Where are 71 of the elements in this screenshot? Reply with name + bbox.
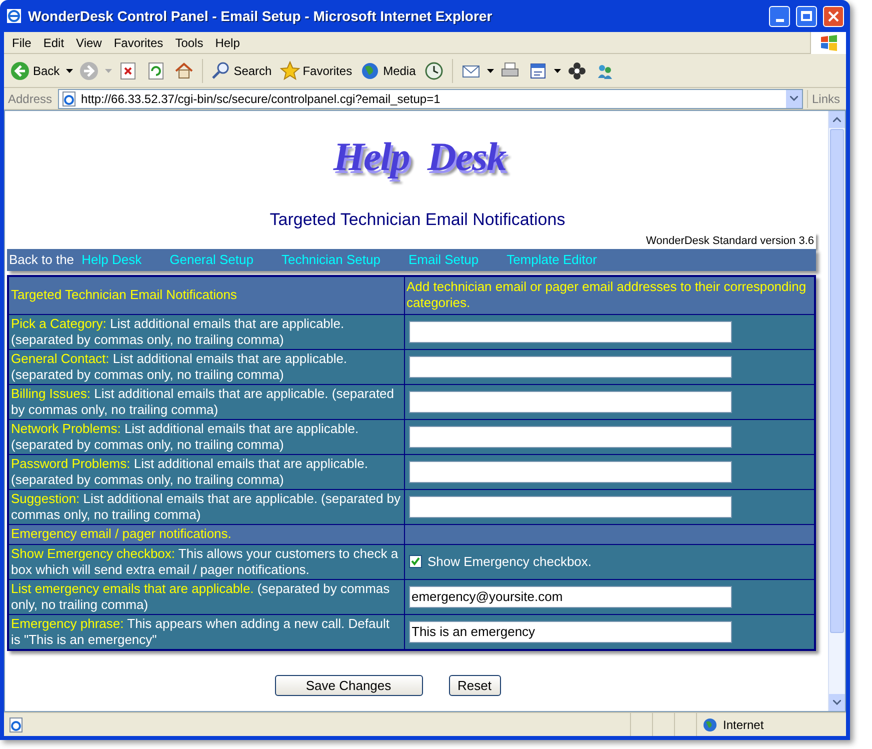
menu-item[interactable]: File (6, 34, 38, 52)
scrollbar[interactable] (828, 111, 845, 711)
field-description: Network Problems: List additional emails that are applicable. (separated by commas only, no trailing comma) (8, 419, 404, 454)
checkbox-label: Show Emergency checkbox. (428, 554, 592, 570)
email-field[interactable] (408, 460, 732, 482)
version-text: WonderDesk Standard version 3.6 (644, 232, 816, 249)
field-description: General Contact: List additional emails that are applicable. (separated by commas only, no trailing comma) (8, 349, 404, 384)
field-description: Billing Issues: List additional emails that are applicable. (separated by commas only, no trailing comma) (8, 384, 404, 419)
document-icon (528, 60, 548, 80)
nav-link[interactable]: Template Editor (506, 250, 597, 270)
menu-item[interactable]: Favorites (108, 34, 170, 52)
logo: Help Desk (333, 133, 506, 181)
search-button[interactable]: Search (208, 56, 274, 84)
checkbox[interactable] (408, 555, 422, 568)
email-field[interactable] (408, 320, 732, 342)
nav-link[interactable]: Technician Setup (281, 250, 380, 270)
menu-item[interactable]: Help (209, 34, 246, 52)
close-icon (828, 10, 839, 22)
clock-icon (424, 60, 444, 80)
caret-icon[interactable] (486, 68, 494, 72)
address-label: Address (7, 90, 54, 108)
nav-text: Back to the (9, 252, 76, 268)
header-cell: Targeted Technician Email Notifications (8, 276, 404, 314)
home-icon (174, 60, 194, 80)
page-heading: Targeted Technician Email Notifications (268, 209, 566, 231)
field-description: Show Emergency checkbox: This allows your customers to check a box which will send extra email / pager notifications. (8, 544, 404, 579)
dropdown-button[interactable] (786, 90, 802, 108)
menu-item[interactable]: Edit (37, 34, 70, 52)
caret-icon (790, 96, 798, 101)
nav-link[interactable]: General Setup (170, 250, 254, 270)
favorites-button[interactable]: Favorites (278, 56, 354, 84)
star-icon (280, 60, 300, 80)
reset-button[interactable]: Reset (448, 674, 500, 696)
section-heading: Emergency email / pager notifications. (8, 524, 404, 544)
stop-icon (118, 60, 138, 80)
links-button[interactable]: Links (806, 90, 844, 108)
search-icon (210, 60, 231, 80)
address-field[interactable]: http://66.33.52.37/cgi-bin/sc/secure/controlpanel.cgi?email_setup=1 (58, 88, 803, 108)
email-field[interactable]: emergency@yoursite.com (408, 586, 732, 608)
zone-text: Internet (723, 716, 764, 734)
field-description: Suggestion: List additional emails that are applicable. (separated by commas only, no trailing comma) (8, 489, 404, 524)
nav-link[interactable]: Help Desk (82, 252, 142, 268)
page-icon (8, 716, 24, 732)
field-description: Password Problems: List additional emails that are applicable. (separated by commas only, no trailing comma) (8, 454, 404, 489)
maximize-button[interactable] (796, 6, 817, 26)
caret-icon[interactable] (554, 68, 561, 72)
globe-icon (703, 718, 717, 732)
flower-icon (566, 60, 587, 80)
browser-icon (6, 8, 22, 24)
close-button[interactable] (823, 6, 844, 26)
refresh-icon (146, 60, 166, 80)
menu-item[interactable]: Tools (169, 34, 210, 52)
email-field[interactable] (408, 426, 732, 448)
email-field[interactable] (408, 356, 732, 378)
email-field[interactable] (408, 390, 732, 412)
url-text: http://66.33.52.37/cgi-bin/sc/secure/controlpanel.cgi?email_setup=1 (81, 90, 442, 108)
media-button[interactable]: Media (358, 56, 418, 84)
nav-link[interactable]: Email Setup (408, 250, 479, 270)
page-icon (61, 90, 78, 106)
save-button[interactable]: Save Changes (274, 674, 422, 696)
windows-flag-icon (820, 34, 838, 50)
field-description: List emergency emails that are applicable. (separated by commas only, no trailing comma) (8, 579, 404, 614)
globe-icon (360, 60, 380, 80)
window-title: WonderDesk Control Panel - Email Setup - Microsoft Internet Explorer (28, 6, 494, 26)
minimize-button[interactable] (769, 6, 790, 26)
field-description: Pick a Category: List additional emails that are applicable. (separated by commas only, no trailing comma) (8, 314, 404, 349)
menu-item[interactable]: View (70, 34, 108, 52)
email-field[interactable]: This is an emergency (408, 620, 732, 642)
caret-icon[interactable] (66, 68, 73, 72)
back-button[interactable]: Back (8, 56, 62, 84)
email-field[interactable] (408, 496, 732, 518)
